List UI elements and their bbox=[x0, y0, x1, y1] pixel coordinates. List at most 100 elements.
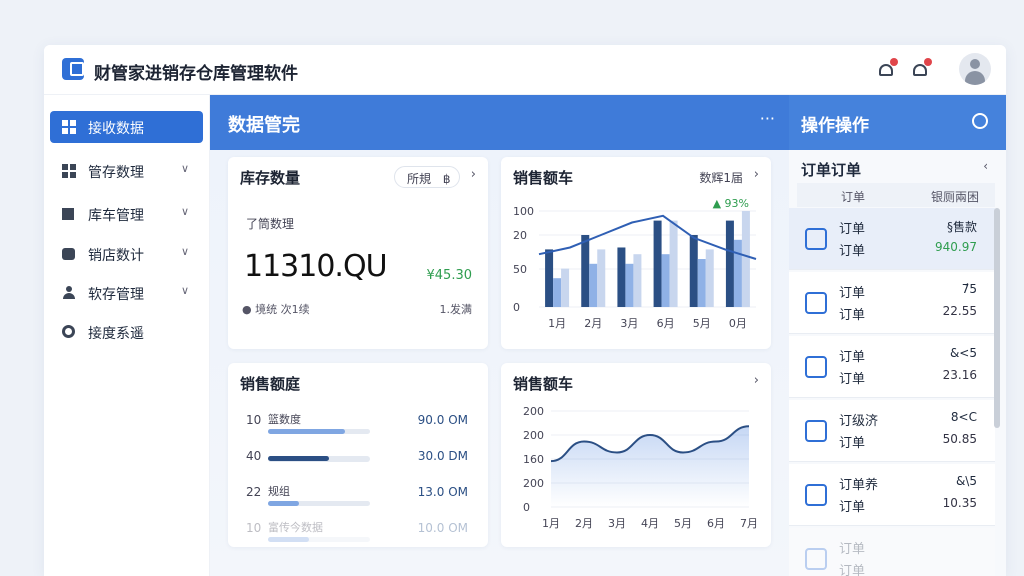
row-label: 篮数度 bbox=[268, 413, 301, 426]
collapse-icon[interactable]: ‹ bbox=[983, 159, 988, 173]
bar bbox=[581, 235, 590, 307]
sidebar-item-label: 管存数理 bbox=[88, 165, 144, 181]
chevron-down-icon: ∨ bbox=[180, 284, 189, 297]
sales-bar-title: 销售额车 bbox=[513, 169, 574, 187]
user-icon bbox=[62, 286, 76, 300]
order-icon bbox=[805, 356, 827, 378]
inventory-foot-left: ● 境统 次1续 bbox=[242, 303, 310, 316]
area-fill bbox=[551, 426, 749, 507]
bar bbox=[633, 254, 642, 307]
right-panel: 操作操作 订单订单 ‹ 订单 银厕兩困 订单 订单 §售款 940.97 订单 订单 7́5… bbox=[789, 95, 1006, 576]
sales-bar-meta: 数辉1届 bbox=[699, 171, 743, 185]
order-icon bbox=[805, 228, 827, 250]
right-panel-header: 操作操作 bbox=[789, 95, 1006, 150]
x-tick-label: 5月 bbox=[693, 317, 711, 330]
sidebar-item-stock-manage[interactable]: 软存管理 ∨ bbox=[50, 277, 203, 309]
bar bbox=[545, 249, 554, 307]
y-tick-label: 50 bbox=[513, 263, 527, 276]
y-tick-label: 100 bbox=[513, 205, 534, 218]
notification-bell-icon[interactable] bbox=[876, 58, 898, 81]
y-tick-label: 200 bbox=[523, 405, 544, 418]
grid-icon bbox=[62, 164, 76, 178]
column-header: 订单 bbox=[841, 190, 866, 204]
order-line-2: 订单 bbox=[839, 436, 866, 451]
sales-trend-card: 销售额车 › 200 200 160 200 0 1月 2月 3月 4月 5月 6月 7月 bbox=[501, 363, 771, 547]
y-tick-label: 0 bbox=[513, 301, 520, 314]
sidebar-item-inventory-data[interactable]: 管存数理 ∨ bbox=[50, 155, 203, 187]
scrollbar[interactable] bbox=[994, 208, 1000, 428]
bar bbox=[697, 259, 706, 307]
x-tick-label: 3月 bbox=[608, 517, 626, 530]
chevron-right-icon[interactable]: › bbox=[754, 373, 759, 388]
bar bbox=[625, 263, 634, 307]
order-icon bbox=[805, 292, 827, 314]
sidebar-item-label: 库车管理 bbox=[88, 208, 144, 224]
row-progress-track bbox=[268, 456, 370, 462]
order-amount: 23.16 bbox=[942, 368, 977, 382]
sidebar-item-label: 接度系遥 bbox=[88, 326, 144, 342]
bar bbox=[705, 249, 714, 307]
x-tick-label: 7月 bbox=[740, 517, 758, 530]
chevron-right-icon[interactable]: › bbox=[754, 167, 759, 182]
chevron-down-icon: ∨ bbox=[180, 205, 189, 218]
sales-bar-card: 销售额车 数辉1届 › ▲ 93% 100 20 50 0 1月 2月 3月 6月 5月 0月 bbox=[501, 157, 771, 349]
store-icon bbox=[62, 248, 75, 260]
order-line-2: 订单 bbox=[839, 372, 866, 387]
sidebar-item-receive-data[interactable]: 接收数据 bbox=[50, 111, 203, 143]
row-label: 富传今数据 bbox=[268, 521, 323, 534]
order-line-2: 订单 bbox=[839, 500, 866, 515]
chevron-right-icon[interactable]: › bbox=[471, 167, 476, 182]
sidebar-item-warehouse[interactable]: 库车管理 ∨ bbox=[50, 198, 203, 230]
right-panel-title: 操作操作 bbox=[801, 116, 869, 136]
order-amount: 940.97 bbox=[935, 240, 977, 254]
order-row[interactable]: 订单 订单 &<5 23.16 bbox=[789, 336, 995, 398]
inventory-filter-dropdown[interactable]: 所規 ฿ bbox=[394, 166, 460, 188]
sidebar-item-sales-stats[interactable]: 销店数计 ∨ bbox=[50, 238, 203, 270]
bar bbox=[733, 239, 742, 307]
y-tick-label: 20 bbox=[513, 229, 527, 242]
bar bbox=[661, 254, 670, 307]
row-progress-fill bbox=[268, 456, 330, 461]
order-line-2: 订单 bbox=[839, 308, 866, 323]
order-row[interactable]: 订单 订单 bbox=[789, 528, 995, 576]
bar bbox=[597, 249, 606, 307]
chevron-down-icon: ∨ bbox=[180, 245, 189, 258]
sales-amount-row: 10 篮数度 90.0 OM bbox=[228, 411, 488, 441]
app-window: 财管家进销存仓库管理软件 接收数据 管存数理 ∨ 库车管理 ∨ 销店数计 ∨ 软… bbox=[44, 45, 1006, 576]
app-title: 财管家进销存仓库管理软件 bbox=[94, 64, 298, 84]
filter-icon: ฿ bbox=[442, 172, 451, 186]
row-progress-track bbox=[268, 537, 370, 542]
x-tick-label: 6月 bbox=[707, 517, 725, 530]
inventory-value: 11310.QU bbox=[244, 249, 388, 284]
order-code: §售款 bbox=[946, 220, 977, 234]
sales-bar-chart: 100 20 50 0 1月 2月 3月 6月 5月 0月 bbox=[513, 205, 757, 330]
row-progress-fill bbox=[268, 537, 309, 542]
order-line-1: 订单 bbox=[839, 542, 866, 557]
orders-header: 订单 银厕兩困 bbox=[797, 183, 995, 207]
column-header: 银厕兩困 bbox=[930, 190, 979, 204]
user-avatar[interactable] bbox=[959, 53, 991, 85]
x-tick-label: 2月 bbox=[584, 317, 602, 330]
y-tick-label: 160 bbox=[523, 453, 544, 466]
sidebar-item-label: 软存管理 bbox=[88, 287, 144, 303]
user-icon[interactable] bbox=[972, 113, 988, 129]
order-icon bbox=[805, 484, 827, 506]
more-menu-icon[interactable]: ··· bbox=[760, 109, 775, 128]
order-line-1: 订单 bbox=[839, 222, 866, 237]
sales-trend-chart: 200 200 160 200 0 1月 2月 3月 4月 5月 6月 7月 bbox=[523, 405, 758, 530]
sales-amount-row: 10 富传今数据 10.0 OM bbox=[228, 519, 488, 549]
x-tick-label: 1月 bbox=[548, 317, 566, 330]
row-progress-track bbox=[268, 429, 370, 434]
alert-bell-icon[interactable] bbox=[910, 58, 932, 81]
order-row[interactable]: 订单养 订单 &\5 10.35 bbox=[789, 464, 995, 526]
order-amount: 22.55 bbox=[942, 304, 977, 318]
order-row[interactable]: 订单 订单 §售款 940.97 bbox=[789, 208, 995, 270]
dashboard-icon bbox=[62, 120, 76, 134]
sidebar-item-settings[interactable]: 接度系遥 bbox=[50, 316, 203, 348]
top-bar: 财管家进销存仓库管理软件 bbox=[44, 45, 1006, 95]
sidebar: 接收数据 管存数理 ∨ 库车管理 ∨ 销店数计 ∨ 软存管理 ∨ 接度系遥 bbox=[44, 95, 210, 576]
x-tick-label: 4月 bbox=[641, 517, 659, 530]
order-row[interactable]: 订级济 订单 8<C 50.85 bbox=[789, 400, 995, 462]
order-row[interactable]: 订单 订单 7́5 22.55 bbox=[789, 272, 995, 334]
bar bbox=[617, 247, 626, 307]
